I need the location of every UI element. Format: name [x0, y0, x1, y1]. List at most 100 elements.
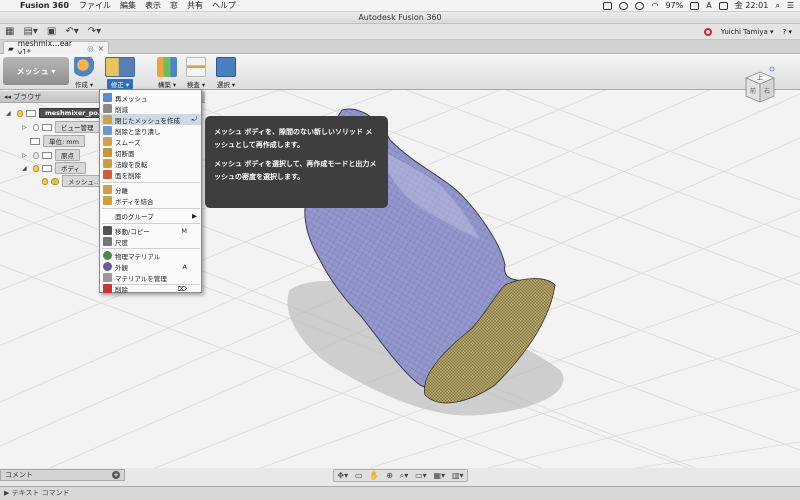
- menu-item-label: ボディを結合: [115, 197, 154, 206]
- navigation-bar: ✥▾ ▭ ✋ ⊕ ⌕▾ ▭▾ ▦▾ ▥▾: [333, 469, 468, 482]
- inspect-icon: [186, 57, 206, 77]
- folder-icon: [42, 151, 52, 159]
- collapse-icon[interactable]: ◢: [6, 110, 14, 117]
- visibility-bulb-icon[interactable]: [42, 177, 48, 185]
- close-tab-icon[interactable]: ×: [98, 44, 104, 53]
- visibility-bulb-icon[interactable]: [33, 164, 39, 172]
- display-settings-icon[interactable]: ▭▾: [415, 471, 427, 480]
- menu-item-smooth[interactable]: スムーズ: [101, 136, 201, 147]
- clock[interactable]: 金 22:01: [735, 0, 769, 11]
- menu-shortcut: ⌦: [177, 284, 187, 293]
- tooltip-instructions: メッシュ ボディを選択して、再作成モードと出力メッシュの密度を選択します。: [214, 160, 377, 181]
- inspect-label: 検査 ▾: [186, 81, 206, 89]
- file-menu-icon[interactable]: ▤▾: [23, 26, 37, 37]
- fit-icon[interactable]: ⌕▾: [400, 471, 409, 481]
- look-at-icon[interactable]: ▭: [355, 471, 363, 480]
- viewports-icon[interactable]: ▥▾: [452, 471, 464, 480]
- menu-window[interactable]: 窓: [170, 0, 178, 11]
- tree-view-settings[interactable]: ▷ ビュー管理: [22, 121, 100, 133]
- menu-item-face-groups[interactable]: 面のグループ ▶: [101, 210, 201, 221]
- expand-icon[interactable]: ▶: [4, 489, 12, 497]
- undo-icon[interactable]: ↶▾: [65, 26, 78, 37]
- text-command-bar[interactable]: ▶ テキスト コマンド: [0, 486, 800, 500]
- inspect-button[interactable]: 検査 ▾: [184, 57, 208, 89]
- menu-share[interactable]: 共有: [187, 0, 203, 11]
- menu-item-reverse-normal[interactable]: 法線を反転: [101, 158, 201, 169]
- menu-item-plane-cut[interactable]: 切断面: [101, 147, 201, 158]
- orbit-icon[interactable]: ✥▾: [337, 471, 348, 480]
- menu-item-manage-materials[interactable]: マテリアルを管理: [101, 272, 201, 283]
- notification-icon[interactable]: ☰: [787, 1, 794, 10]
- menu-item-label: 閉じたメッシュを作成: [115, 116, 180, 125]
- menu-item-delete-faces[interactable]: 面を削除: [101, 169, 201, 180]
- document-tab[interactable]: ▰ meshmix…ear v1* ◎ ×: [3, 39, 109, 57]
- visibility-bulb-icon[interactable]: [17, 109, 23, 117]
- menu-view[interactable]: 表示: [145, 0, 161, 11]
- tree-mesh-body[interactable]: メッシュ…: [42, 175, 107, 187]
- modify-button[interactable]: 修正 ▾: [104, 57, 136, 89]
- viewcube[interactable]: 上 前 右: [742, 66, 776, 106]
- data-panel-grid-icon[interactable]: ▦: [5, 26, 14, 37]
- record-icon[interactable]: [619, 1, 629, 10]
- menu-item-erase-and-fill[interactable]: 削除と塗り潰し: [101, 125, 201, 136]
- battery-icon[interactable]: [690, 1, 700, 10]
- user-switch-icon[interactable]: [718, 1, 728, 10]
- menu-item-physical-material[interactable]: 物理マテリアル: [101, 250, 201, 261]
- input-mode[interactable]: A: [706, 1, 711, 10]
- bodies-label: ボディ: [55, 162, 87, 174]
- menu-item-remesh[interactable]: 再メッシュ: [101, 92, 201, 103]
- pan-icon[interactable]: ✋: [369, 471, 379, 480]
- menu-file[interactable]: ファイル: [79, 0, 111, 11]
- reverse-normal-icon: [103, 159, 112, 168]
- menu-item-combine-bodies[interactable]: ボディを結合: [101, 195, 201, 206]
- expand-icon[interactable]: ▷: [22, 124, 30, 131]
- menu-item-reduce[interactable]: 削減: [101, 103, 201, 114]
- grid-settings-icon[interactable]: ▦▾: [434, 471, 446, 480]
- comments-panel[interactable]: コメント +: [0, 469, 125, 481]
- construct-button[interactable]: 構築 ▾: [154, 57, 180, 89]
- menu-item-separate[interactable]: 分離: [101, 184, 201, 195]
- menu-edit[interactable]: 編集: [120, 0, 136, 11]
- help-button[interactable]: ? ▾: [783, 28, 792, 36]
- menu-item-make-closed-mesh[interactable]: 閉じたメッシュを作成 ⤾: [101, 114, 201, 125]
- workspace-switcher[interactable]: メッシュ ▾: [3, 57, 69, 85]
- document-icon: [30, 137, 40, 145]
- tree-units[interactable]: 単位: mm: [30, 135, 85, 147]
- menu-separator: [102, 248, 200, 249]
- visibility-bulb-icon[interactable]: [33, 151, 39, 159]
- search-icon[interactable]: ⌕: [775, 1, 779, 11]
- erase-fill-icon: [103, 126, 112, 135]
- select-button[interactable]: 選択 ▾: [214, 57, 238, 89]
- wifi-icon[interactable]: ◠: [651, 1, 658, 10]
- menu-item-scale[interactable]: 尺度: [101, 236, 201, 247]
- menu-item-label: 削減: [115, 105, 128, 114]
- menu-item-delete[interactable]: 削除 ⌦: [101, 283, 201, 294]
- menu-shortcut: A: [182, 262, 187, 271]
- modify-icon: [105, 57, 135, 77]
- create-button[interactable]: 作成 ▾: [73, 57, 95, 89]
- redo-icon[interactable]: ↷▾: [88, 26, 101, 37]
- zoom-icon[interactable]: ⊕: [386, 471, 393, 480]
- menu-item-label: 分離: [115, 186, 128, 195]
- add-comment-icon[interactable]: +: [112, 471, 120, 479]
- record-status-icon[interactable]: [703, 27, 712, 36]
- collapse-icon[interactable]: ◢: [22, 165, 30, 172]
- sync-icon[interactable]: [635, 1, 645, 10]
- tree-origin[interactable]: ▷ 原点: [22, 149, 80, 161]
- units-label: 単位: mm: [43, 135, 85, 147]
- tree-root[interactable]: ◢ meshmixer_po…: [6, 108, 111, 118]
- expand-icon[interactable]: ▷: [22, 152, 30, 159]
- menu-help[interactable]: ヘルプ: [212, 0, 236, 11]
- menu-item-move-copy[interactable]: 移動/コピー M: [101, 225, 201, 236]
- tree-bodies[interactable]: ◢ ボディ: [22, 162, 87, 174]
- menu-item-label: 外観: [115, 263, 128, 272]
- save-icon[interactable]: ▣: [47, 26, 56, 37]
- display-icon[interactable]: [603, 1, 613, 10]
- app-menu[interactable]: Fusion 360: [20, 1, 69, 10]
- folder-icon: [42, 164, 52, 172]
- ribbon-toolbar: メッシュ ▾ 作成 ▾ 修正 ▾ 構築 ▾ 検査 ▾ 選択 ▾: [0, 54, 800, 90]
- options-icon[interactable]: ⤾: [192, 115, 197, 124]
- user-account-button[interactable]: Yuichi Tamiya ▾: [721, 28, 774, 36]
- menu-item-appearance[interactable]: 外観 A: [101, 261, 201, 272]
- appearance-icon: [103, 262, 112, 271]
